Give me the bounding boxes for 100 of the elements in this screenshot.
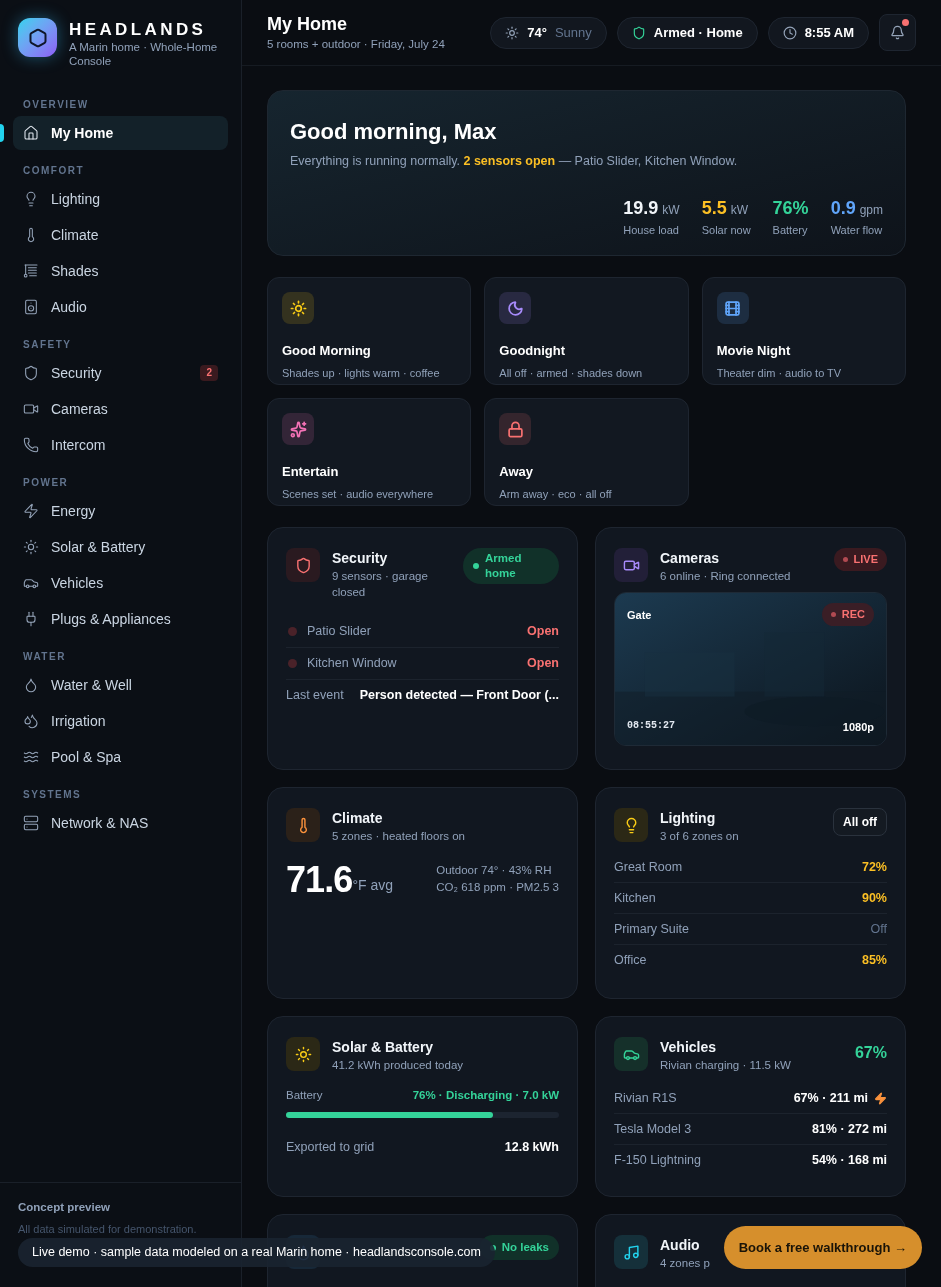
scene-subtitle: Shades up · lights warm · coffee (282, 365, 441, 381)
sensor-state: Open (527, 655, 559, 673)
nav-icon (23, 437, 39, 453)
weather-chip[interactable]: 74° Sunny (490, 16, 607, 49)
nav-icon (23, 401, 39, 417)
scene-card[interactable]: Movie Night Theater dim · audio to TV (701, 277, 906, 385)
shield-icon (631, 25, 646, 40)
footer-text: All data simulated for demonstration. (18, 1221, 198, 1237)
nav-icon (23, 125, 39, 141)
scene-card[interactable]: Goodnight All off · armed · shades down (484, 277, 689, 385)
tile-icon (294, 556, 312, 574)
card-subtitle: 6 online · Ring connected (660, 569, 791, 584)
scene-subtitle: Arm away · eco · all off (499, 486, 613, 502)
nav-item[interactable]: Intercom (13, 428, 228, 462)
feed-resolution: 1080p (842, 719, 874, 735)
logo-icon (18, 18, 57, 57)
temperature-unit: °F avg (352, 877, 394, 895)
air-quality-reading: CO₂ 618 ppm · PM2.5 3 (436, 880, 559, 895)
stat-label: Battery (772, 222, 809, 238)
last-event: Person detected — Front Door (... (359, 686, 559, 704)
nav-item[interactable]: Vehicles (13, 566, 228, 600)
zone-level: 85% (861, 952, 887, 970)
scene-title: Good Morning (282, 342, 372, 360)
security-chip[interactable]: Armed · Home (616, 16, 758, 49)
nav-item[interactable]: Security 2 (13, 356, 228, 390)
active-indicator (0, 124, 4, 142)
card-subtitle: 41.2 kWh produced today (332, 1058, 464, 1073)
nav-icon (23, 299, 39, 315)
walkthrough-button[interactable]: Book a free walkthrough → (723, 1226, 922, 1269)
nav-icon (23, 263, 39, 279)
nav-item[interactable]: Audio (13, 290, 228, 324)
card-subtitle: 3 of 6 zones on (660, 829, 739, 844)
nav-item[interactable]: Cameras (13, 392, 228, 426)
nav-item[interactable]: Irrigation (13, 704, 228, 738)
card-title: Vehicles (660, 1038, 717, 1057)
scene-card[interactable]: Good Morning Shades up · lights warm · coffee (267, 277, 472, 385)
temperature: 71.6 (286, 860, 353, 900)
scene-title: Goodnight (499, 342, 567, 360)
brand-tagline: A Marin home · Whole-Home Console (69, 40, 219, 68)
nav-item[interactable]: Plugs & Appliances (13, 602, 228, 636)
bell-icon (890, 25, 905, 40)
stat-unit: kW (662, 201, 680, 219)
stat-value: 76% (772, 196, 809, 220)
export-label: Exported to grid (286, 1139, 376, 1157)
camera-feed[interactable]: Gate REC 08:55:27 1080p (614, 592, 887, 746)
zone-name: Primary Suite (614, 920, 691, 938)
stat-label: Water flow (830, 222, 883, 238)
scene-subtitle: Scenes set · audio everywhere (282, 486, 435, 502)
vehicle-name: F-150 Lightning (614, 1152, 702, 1170)
nav-item[interactable]: Solar & Battery (13, 530, 228, 564)
battery-label: Battery (286, 1088, 324, 1103)
stat-value: 0.9 (830, 196, 856, 220)
rec-badge: REC (821, 603, 874, 626)
nav-item[interactable]: Climate (13, 218, 228, 252)
nav-item[interactable]: Energy (13, 494, 228, 528)
card-title: Audio (660, 1236, 700, 1255)
sensor-state: Open (527, 623, 559, 641)
nav-icon (23, 611, 39, 627)
scene-card[interactable]: Away Arm away · eco · all off (484, 398, 689, 506)
brand-name: HEADLANDS (69, 20, 208, 40)
card-title: Climate (332, 809, 383, 828)
vehicle-name: Tesla Model 3 (614, 1120, 693, 1138)
all-off-button[interactable]: All off (833, 808, 887, 836)
nav-icon (23, 677, 39, 693)
card-subtitle: 9 sensors · garage closed (332, 569, 429, 600)
zone-name: Office (614, 952, 648, 970)
footer-title: Concept preview (18, 1200, 112, 1216)
charge-percent: 67% (854, 1043, 887, 1063)
nav-item[interactable]: Shades (13, 254, 228, 288)
scene-card[interactable]: Entertain Scenes set · audio everywhere (267, 398, 472, 506)
stat-unit: kW (730, 201, 749, 219)
status-pill: Armed home (463, 548, 559, 584)
nav-item[interactable]: Lighting (13, 182, 228, 216)
notifications-button[interactable] (879, 14, 916, 51)
sun-icon (505, 25, 520, 40)
battery-status: 76% · Discharging · 7.0 kW (412, 1088, 559, 1103)
feed-name: Gate (627, 608, 652, 623)
stat-value: 19.9 (623, 196, 659, 220)
zone-name: Great Room (614, 858, 684, 876)
time-chip[interactable]: 8:55 AM (767, 16, 869, 49)
stat-value: 5.5 (701, 196, 727, 220)
nav-icon (23, 713, 39, 729)
nav-icon (23, 191, 39, 207)
scene-title: Away (499, 463, 535, 481)
nav-item[interactable]: My Home (13, 116, 228, 150)
scene-title: Movie Night (716, 342, 792, 360)
nav-item[interactable]: Water & Well (13, 668, 228, 702)
zone-level: Off (870, 920, 887, 938)
nav-icon (23, 365, 39, 381)
nav-icon (23, 503, 39, 519)
scene-subtitle: All off · armed · shades down (499, 365, 644, 381)
zone-name: Kitchen (614, 889, 657, 907)
nav-section-heading: SAFETY (22, 337, 73, 352)
stat-label: House load (623, 222, 680, 238)
nav-item[interactable]: Network & NAS (13, 806, 228, 840)
card-title: Security (332, 549, 388, 568)
tile-icon (622, 1243, 640, 1261)
nav-item[interactable]: Pool & Spa (13, 740, 228, 774)
live-badge: LIVE (833, 548, 887, 571)
page-subtitle: 5 rooms + outdoor · Friday, July 24 (267, 36, 446, 52)
